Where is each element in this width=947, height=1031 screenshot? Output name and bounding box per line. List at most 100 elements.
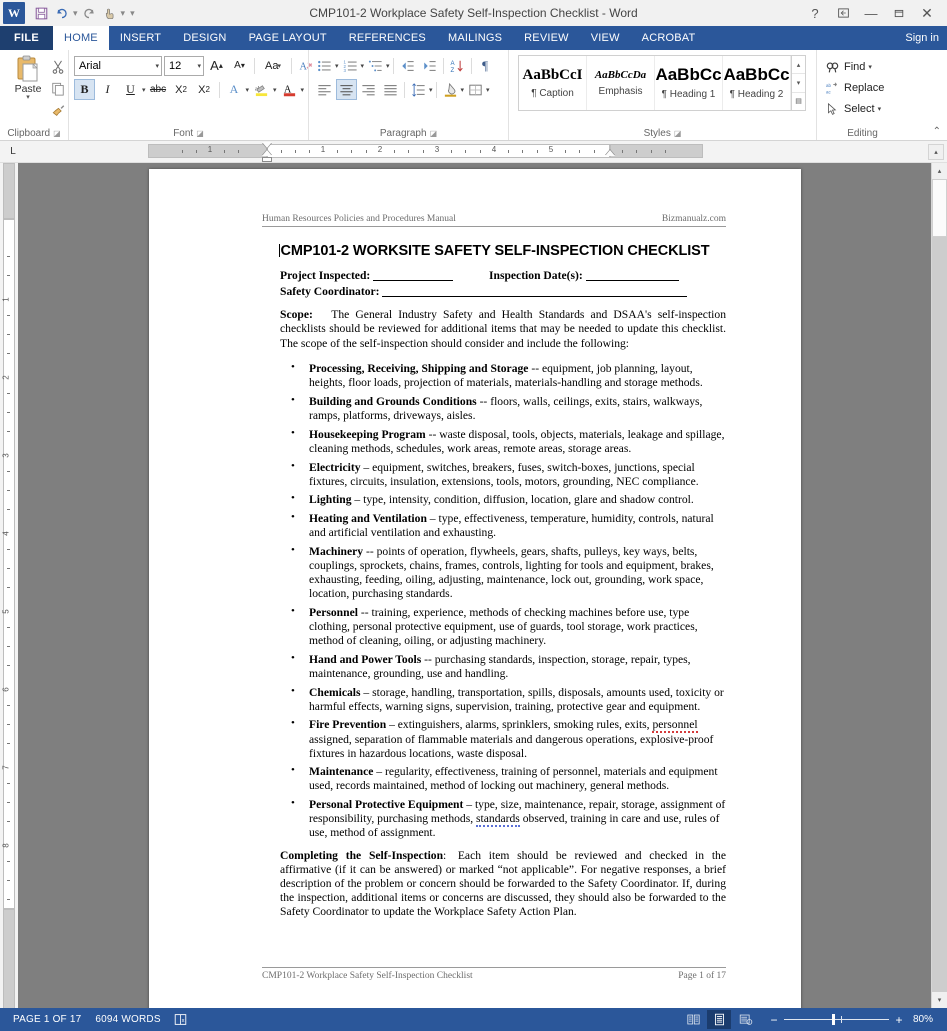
bullets-dropdown-icon[interactable]: ▾: [335, 62, 339, 70]
tab-review[interactable]: REVIEW: [513, 26, 580, 50]
zoom-out-button[interactable]: −: [769, 1013, 779, 1027]
zoom-in-button[interactable]: +: [894, 1013, 904, 1027]
hanging-indent-marker[interactable]: [262, 149, 272, 156]
italic-button[interactable]: I: [97, 79, 118, 100]
left-indent-marker[interactable]: [262, 156, 272, 162]
find-button[interactable]: Find ▾: [822, 58, 872, 76]
text-effects-dropdown-icon[interactable]: ▾: [246, 86, 250, 94]
zoom-level-label[interactable]: 80%: [909, 1014, 937, 1025]
scrollbar-track[interactable]: [932, 179, 947, 992]
tab-insert[interactable]: INSERT: [109, 26, 172, 50]
minimize-icon[interactable]: —: [857, 2, 885, 24]
tab-view[interactable]: VIEW: [580, 26, 631, 50]
document-header[interactable]: Human Resources Policies and Procedures …: [262, 214, 726, 227]
scrollbar-down-icon[interactable]: ▾: [932, 992, 947, 1008]
touch-mode-dropdown-icon[interactable]: ▾: [121, 8, 126, 19]
web-layout-icon[interactable]: [733, 1010, 757, 1029]
right-indent-marker[interactable]: [605, 149, 615, 156]
sign-in-link[interactable]: Sign in: [897, 26, 947, 50]
redo-icon[interactable]: [79, 3, 99, 23]
numbering-dropdown-icon[interactable]: ▾: [361, 62, 365, 70]
proofing-errors-icon[interactable]: x: [168, 1013, 193, 1026]
vertical-scrollbar[interactable]: ▴ ▾: [931, 163, 947, 1008]
font-name-combo[interactable]: Arial ▾: [74, 55, 162, 76]
align-left-icon[interactable]: [314, 79, 335, 100]
find-dropdown-icon[interactable]: ▾: [868, 63, 872, 71]
align-center-icon[interactable]: [336, 79, 357, 100]
select-button[interactable]: Select ▾: [822, 100, 881, 118]
style-heading-2[interactable]: AaBbCc ¶ Heading 2: [723, 56, 791, 110]
clipboard-dialog-launcher-icon[interactable]: ◪: [53, 129, 61, 138]
print-layout-icon[interactable]: [707, 1010, 731, 1029]
customize-qat-icon[interactable]: ▾: [126, 8, 135, 19]
shading-dropdown-icon[interactable]: ▾: [461, 86, 465, 94]
zoom-slider-thumb[interactable]: [832, 1014, 835, 1025]
tab-design[interactable]: DESIGN: [172, 26, 237, 50]
document-page[interactable]: Human Resources Policies and Procedures …: [149, 169, 801, 1008]
help-icon[interactable]: ?: [801, 2, 829, 24]
undo-icon[interactable]: [52, 3, 72, 23]
align-right-icon[interactable]: [358, 79, 379, 100]
font-color-icon[interactable]: A: [279, 79, 300, 100]
paragraph-dialog-launcher-icon[interactable]: ◪: [430, 129, 438, 138]
strikethrough-button[interactable]: abc: [148, 79, 169, 100]
increase-indent-icon[interactable]: [419, 55, 440, 76]
numbering-icon[interactable]: 123: [340, 55, 361, 76]
superscript-button[interactable]: X2: [194, 79, 215, 100]
decrease-indent-icon[interactable]: [397, 55, 418, 76]
style-caption[interactable]: AaBbCcI ¶ Caption: [519, 56, 587, 110]
first-line-indent-marker[interactable]: [262, 141, 272, 148]
style-heading-1[interactable]: AaBbCc ¶ Heading 1: [655, 56, 723, 110]
sort-icon[interactable]: AZ: [447, 55, 468, 76]
project-inspected-blank[interactable]: [373, 270, 454, 281]
zoom-slider-track[interactable]: [784, 1014, 889, 1025]
scrollbar-up-icon[interactable]: ▴: [932, 163, 947, 179]
scroll-up-icon[interactable]: ▴: [928, 143, 944, 160]
underline-button[interactable]: U: [120, 79, 141, 100]
shading-icon[interactable]: [440, 79, 461, 100]
document-body[interactable]: Project Inspected: Inspection Date(s): S…: [280, 269, 726, 931]
replace-button[interactable]: ab ac Replace: [822, 79, 884, 97]
bold-button[interactable]: B: [74, 79, 95, 100]
borders-dropdown-icon[interactable]: ▾: [486, 86, 490, 94]
styles-scroll-up-icon[interactable]: ▴: [792, 56, 805, 75]
copy-icon[interactable]: [48, 79, 68, 98]
underline-dropdown-icon[interactable]: ▾: [142, 86, 146, 94]
change-case-icon[interactable]: Aa ▾: [259, 55, 287, 76]
font-name-dropdown-icon[interactable]: ▾: [152, 62, 159, 70]
inspection-dates-blank[interactable]: [585, 270, 679, 281]
grammar-error-word[interactable]: standards: [476, 812, 520, 828]
cut-icon[interactable]: [48, 57, 68, 76]
vertical-ruler[interactable]: 1 2 3 4 5 6 7 8: [0, 163, 18, 1008]
font-size-dropdown-icon[interactable]: ▾: [194, 62, 201, 70]
styles-more-icon[interactable]: ▤: [792, 93, 805, 110]
style-emphasis[interactable]: AaBbCcDa Emphasis: [587, 56, 655, 110]
highlight-icon[interactable]: ab: [251, 79, 272, 100]
text-effects-icon[interactable]: A: [224, 79, 245, 100]
tab-home[interactable]: HOME: [53, 26, 109, 50]
document-footer[interactable]: CMP101-2 Workplace Safety Self-Inspectio…: [262, 967, 726, 981]
scrollbar-thumb[interactable]: [932, 179, 947, 237]
collapse-ribbon-icon[interactable]: ⌃: [933, 126, 941, 137]
save-icon[interactable]: [31, 3, 51, 23]
select-dropdown-icon[interactable]: ▾: [878, 105, 882, 113]
tab-file[interactable]: FILE: [0, 26, 54, 50]
read-mode-icon[interactable]: [681, 1010, 705, 1029]
document-canvas[interactable]: Human Resources Policies and Procedures …: [18, 163, 947, 1008]
highlight-dropdown-icon[interactable]: ▾: [273, 86, 277, 94]
justify-icon[interactable]: [380, 79, 401, 100]
line-spacing-icon[interactable]: [408, 79, 429, 100]
safety-coordinator-blank[interactable]: [382, 286, 688, 298]
tab-mailings[interactable]: MAILINGS: [437, 26, 513, 50]
styles-scroll-down-icon[interactable]: ▾: [792, 74, 805, 93]
document-heading[interactable]: CMP101-2 WORKSITE SAFETY SELF-INSPECTION…: [262, 243, 726, 259]
subscript-button[interactable]: X2: [171, 79, 192, 100]
paste-button[interactable]: Paste ▾: [9, 55, 47, 120]
styles-dialog-launcher-icon[interactable]: ◪: [674, 129, 682, 138]
font-dialog-launcher-icon[interactable]: ◪: [196, 129, 204, 138]
close-icon[interactable]: ✕: [913, 2, 941, 24]
word-count-status[interactable]: 6094 WORDS: [88, 1014, 167, 1025]
ribbon-display-options-icon[interactable]: [829, 2, 857, 24]
page-count-status[interactable]: PAGE 1 OF 17: [6, 1014, 88, 1025]
bullets-icon[interactable]: [314, 55, 335, 76]
